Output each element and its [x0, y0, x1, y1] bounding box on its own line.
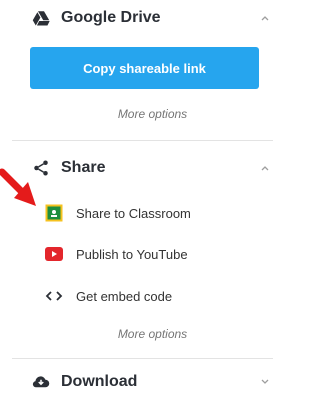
chevron-up-icon[interactable]	[259, 162, 271, 174]
publish-to-youtube-label: Publish to YouTube	[76, 246, 188, 262]
divider	[12, 358, 273, 359]
divider	[12, 140, 273, 141]
red-arrow-icon	[0, 168, 36, 206]
share-more-options-link[interactable]: More options	[10, 327, 295, 341]
classroom-icon	[44, 203, 64, 223]
code-icon	[44, 286, 64, 306]
youtube-icon	[44, 244, 64, 264]
drive-more-options-link[interactable]: More options	[10, 107, 295, 121]
chevron-down-icon[interactable]	[259, 376, 271, 388]
share-to-classroom-label: Share to Classroom	[76, 205, 191, 221]
copy-shareable-link-button[interactable]: Copy shareable link	[30, 47, 259, 89]
chevron-up-icon[interactable]	[259, 12, 271, 24]
share-to-classroom-item[interactable]: Share to Classroom	[44, 202, 191, 224]
google-drive-icon	[32, 11, 50, 26]
google-drive-section-header[interactable]: Google Drive	[0, 0, 285, 36]
get-embed-code-label: Get embed code	[76, 288, 173, 304]
share-section-header[interactable]: Share	[0, 150, 285, 186]
download-title: Download	[61, 373, 138, 390]
get-embed-code-item[interactable]: Get embed code	[44, 285, 172, 307]
share-title: Share	[61, 159, 106, 176]
google-drive-title: Google Drive	[61, 9, 161, 26]
cloud-download-icon	[32, 376, 50, 388]
download-section-header[interactable]: Download	[0, 364, 285, 400]
publish-to-youtube-item[interactable]: Publish to YouTube	[44, 243, 188, 265]
